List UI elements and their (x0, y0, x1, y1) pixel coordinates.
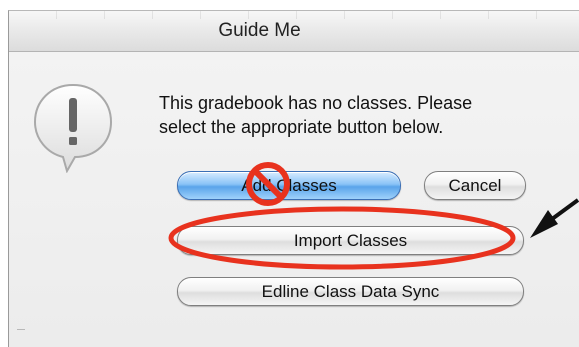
message-line-2: select the appropriate button below. (159, 117, 444, 137)
cancel-button[interactable]: Cancel (424, 171, 526, 200)
alert-icon (33, 83, 113, 173)
guide-me-dialog: Guide Me This gradebook has no classes. … (8, 10, 579, 347)
divider (17, 329, 25, 330)
window-title: Guide Me (218, 20, 301, 41)
add-classes-button[interactable]: Add Classes (177, 171, 401, 200)
dialog-message: This gradebook has no classes. Please se… (159, 91, 559, 139)
import-classes-button[interactable]: Import Classes (177, 226, 524, 255)
title-bar[interactable]: Guide Me (9, 11, 579, 52)
message-line-1: This gradebook has no classes. Please (159, 93, 473, 113)
edline-class-data-sync-button[interactable]: Edline Class Data Sync (177, 277, 524, 306)
title-bar-ruler (9, 11, 579, 19)
